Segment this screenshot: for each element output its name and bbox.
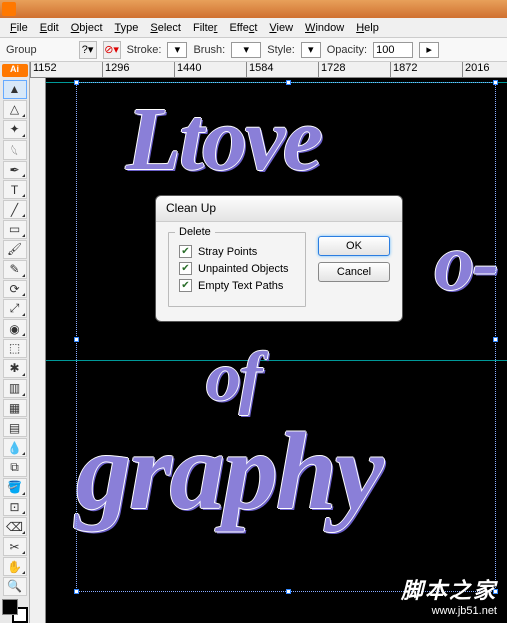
menu-view[interactable]: View (263, 20, 299, 36)
direct-selection-tool[interactable]: △ (3, 100, 27, 119)
empty-text-paths-checkbox[interactable]: ✔ (179, 279, 192, 292)
brush-dropdown[interactable]: ▾ (231, 42, 261, 58)
ruler-tick: 1440 (174, 62, 246, 77)
menu-object[interactable]: Object (65, 20, 109, 36)
gradient-tool[interactable]: ▤ (3, 418, 27, 437)
stray-points-checkbox[interactable]: ✔ (179, 245, 192, 258)
eraser-tool[interactable]: ⌫ (3, 517, 27, 536)
menu-filter[interactable]: Filter (187, 20, 223, 36)
options-bar: Group ?▾ ⊘▾ Stroke: ▾ Brush: ▾ Style: ▾ … (0, 38, 507, 62)
selection-handle[interactable] (286, 589, 291, 594)
style-label: Style: (267, 44, 295, 56)
warp-tool[interactable]: ◉ (3, 319, 27, 338)
opacity-label: Opacity: (327, 44, 367, 56)
blend-tool[interactable]: ⧉ (3, 458, 27, 477)
fieldset-legend: Delete (175, 226, 215, 238)
fill-stroke-swatch[interactable] (2, 599, 28, 623)
empty-text-paths-label: Empty Text Paths (198, 280, 283, 292)
scissors-tool[interactable]: ✂ (3, 537, 27, 556)
stray-points-label: Stray Points (198, 246, 257, 258)
unpainted-objects-label: Unpainted Objects (198, 263, 289, 275)
clean-up-dialog: Clean Up Delete ✔ Stray Points ✔ Unpaint… (155, 195, 403, 322)
ruler-tick: 1872 (390, 62, 462, 77)
lasso-tool[interactable]: 𓆩 (3, 140, 27, 160)
menu-select[interactable]: Select (144, 20, 187, 36)
unpainted-objects-checkbox[interactable]: ✔ (179, 262, 192, 275)
eyedropper-tool[interactable]: 💧 (3, 438, 27, 457)
menu-help[interactable]: Help (350, 20, 385, 36)
vertical-ruler[interactable] (30, 78, 46, 623)
selection-handle[interactable] (74, 589, 79, 594)
ruler-tick: 1296 (102, 62, 174, 77)
symbol-sprayer-tool[interactable]: ✱ (3, 359, 27, 378)
line-tool[interactable]: ╱ (3, 200, 27, 219)
ruler-tick: 1728 (318, 62, 390, 77)
selection-bounding-box[interactable] (76, 82, 496, 592)
toolbox: Ai ▲ △ ✦ 𓆩 ✒ T ╱ ▭ 🖌 ✎ ⟳ ⤢ ◉ ⬚ ✱ ▥ ▦ ▤ 💧… (0, 62, 30, 623)
crop-tool[interactable]: ⊡ (3, 498, 27, 517)
style-dropdown[interactable]: ▾ (301, 42, 321, 58)
live-paint-tool[interactable]: 🪣 (3, 478, 27, 497)
selection-handle[interactable] (493, 337, 498, 342)
window-titlebar (0, 0, 507, 18)
delete-fieldset: Delete ✔ Stray Points ✔ Unpainted Object… (168, 232, 306, 307)
paintbrush-tool[interactable]: 🖌 (3, 240, 27, 259)
opacity-dropdown[interactable]: ▸ (419, 42, 439, 58)
menu-window[interactable]: Window (299, 20, 350, 36)
zoom-tool[interactable]: 🔍 (3, 577, 27, 596)
pen-tool[interactable]: ✒ (3, 161, 27, 180)
hand-tool[interactable]: ✋ (3, 557, 27, 576)
ruler-tick: 1584 (246, 62, 318, 77)
selection-handle[interactable] (74, 337, 79, 342)
magic-wand-tool[interactable]: ✦ (3, 120, 27, 139)
ai-logo-icon: Ai (2, 64, 28, 77)
pencil-tool[interactable]: ✎ (3, 260, 27, 279)
type-tool[interactable]: T (3, 180, 27, 199)
stroke-weight-dropdown[interactable]: ▾ (167, 42, 187, 58)
canvas-area[interactable]: Ltove o- of graphy 脚本之家 www.jb51.net (46, 78, 507, 623)
help-icon[interactable]: ?▾ (79, 41, 97, 59)
app-icon (2, 2, 16, 16)
selection-type-label: Group (6, 44, 37, 56)
menubar: File Edit Object Type Select Filter Effe… (0, 18, 507, 38)
graph-tool[interactable]: ▥ (3, 379, 27, 398)
ruler-tick: 2016 (462, 62, 507, 77)
rotate-tool[interactable]: ⟳ (3, 280, 27, 299)
ruler-tick: 1152 (30, 62, 102, 77)
watermark: 脚本之家 www.jb51.net (401, 573, 497, 617)
selection-handle[interactable] (286, 80, 291, 85)
selection-handle[interactable] (74, 80, 79, 85)
scale-tool[interactable]: ⤢ (3, 299, 27, 318)
dialog-title[interactable]: Clean Up (156, 196, 402, 222)
menu-effect[interactable]: Effect (223, 20, 263, 36)
rectangle-tool[interactable]: ▭ (3, 220, 27, 239)
menu-edit[interactable]: Edit (34, 20, 65, 36)
menu-file[interactable]: File (4, 20, 34, 36)
horizontal-ruler[interactable]: 1152 1296 1440 1584 1728 1872 2016 2160 … (30, 62, 507, 78)
no-fill-icon[interactable]: ⊘▾ (103, 41, 121, 59)
ok-button[interactable]: OK (318, 236, 390, 256)
brush-label: Brush: (193, 44, 225, 56)
watermark-text: 脚本之家 (401, 573, 497, 605)
selection-handle[interactable] (493, 80, 498, 85)
free-transform-tool[interactable]: ⬚ (3, 339, 27, 358)
watermark-url: www.jb51.net (401, 605, 497, 617)
stroke-label: Stroke: (127, 44, 162, 56)
selection-tool[interactable]: ▲ (3, 80, 27, 99)
cancel-button[interactable]: Cancel (318, 262, 390, 282)
mesh-tool[interactable]: ▦ (3, 399, 27, 418)
opacity-input[interactable] (373, 42, 413, 58)
menu-type[interactable]: Type (109, 20, 145, 36)
